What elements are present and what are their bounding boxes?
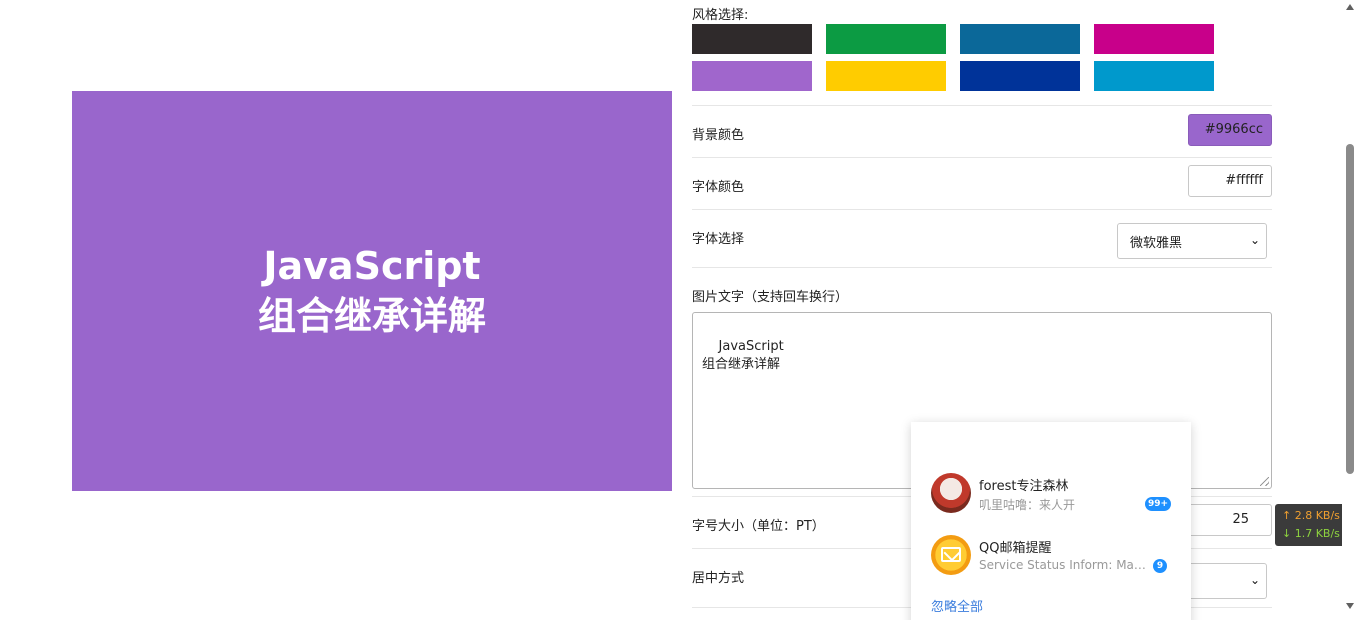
avatar: [931, 473, 971, 513]
scroll-up-arrow-icon[interactable]: [1346, 4, 1354, 10]
font-select-label: 字体选择: [692, 232, 745, 247]
align-label: 居中方式: [692, 571, 745, 586]
notification-title: forest专注森林: [979, 479, 1069, 494]
chevron-down-icon: ⌄: [1249, 233, 1260, 247]
style-swatch-navy[interactable]: [960, 61, 1080, 91]
ignore-all-link[interactable]: 忽略全部: [931, 596, 983, 615]
image-preview: JavaScript 组合继承详解: [72, 91, 672, 491]
style-swatch-magenta[interactable]: [1094, 24, 1214, 54]
notification-title: QQ邮箱提醒: [979, 541, 1052, 556]
font-size-input[interactable]: 25: [1188, 504, 1272, 536]
image-text-label: 图片文字（支持回车换行）: [692, 290, 849, 305]
vertical-scrollbar[interactable]: [1342, 0, 1358, 620]
bg-color-input[interactable]: #9966cc: [1188, 114, 1272, 146]
style-swatch-yellow[interactable]: [826, 61, 946, 91]
chevron-down-icon: ⌄: [1249, 573, 1260, 587]
notification-subtitle: Service Status Inform: Main...: [979, 558, 1149, 572]
divider: [692, 267, 1272, 268]
notification-subtitle: 叽里咕噜：来人开: [979, 498, 1076, 512]
scroll-down-arrow-icon[interactable]: [1346, 603, 1354, 609]
mail-icon: [931, 535, 971, 575]
style-label: 风格选择:: [692, 8, 749, 23]
font-color-input[interactable]: #ffffff: [1188, 165, 1272, 197]
bg-color-label: 背景颜色: [692, 128, 745, 143]
preview-line: JavaScript: [263, 244, 481, 288]
divider: [692, 209, 1272, 210]
font-size-label: 字号大小（单位：PT）: [692, 519, 825, 534]
image-text-value: JavaScript 组合继承详解: [702, 339, 784, 372]
style-swatch-dark[interactable]: [692, 24, 812, 54]
font-select-value: 微软雅黑: [1130, 235, 1183, 251]
style-swatch-purple[interactable]: [692, 61, 812, 91]
resize-grip-icon[interactable]: [1260, 477, 1269, 486]
style-swatch-blue[interactable]: [960, 24, 1080, 54]
font-color-label: 字体颜色: [692, 180, 745, 195]
font-select[interactable]: 微软雅黑 ⌄: [1117, 223, 1267, 259]
notification-item[interactable]: QQ邮箱提醒 Service Status Inform: Main... 9: [931, 533, 1171, 577]
style-swatch-green[interactable]: [826, 24, 946, 54]
notification-item[interactable]: forest专注森林 叽里咕噜：来人开 99+: [931, 471, 1171, 515]
unread-badge: 9: [1153, 559, 1167, 573]
divider: [692, 105, 1272, 106]
unread-badge: 99+: [1145, 497, 1171, 511]
style-swatch-cyan[interactable]: [1094, 61, 1214, 91]
scrollbar-thumb[interactable]: [1346, 144, 1354, 474]
divider: [692, 157, 1272, 158]
preview-line: 组合继承详解: [257, 294, 486, 338]
notification-popup: forest专注森林 叽里咕噜：来人开 99+ QQ邮箱提醒 Service S…: [911, 422, 1191, 620]
